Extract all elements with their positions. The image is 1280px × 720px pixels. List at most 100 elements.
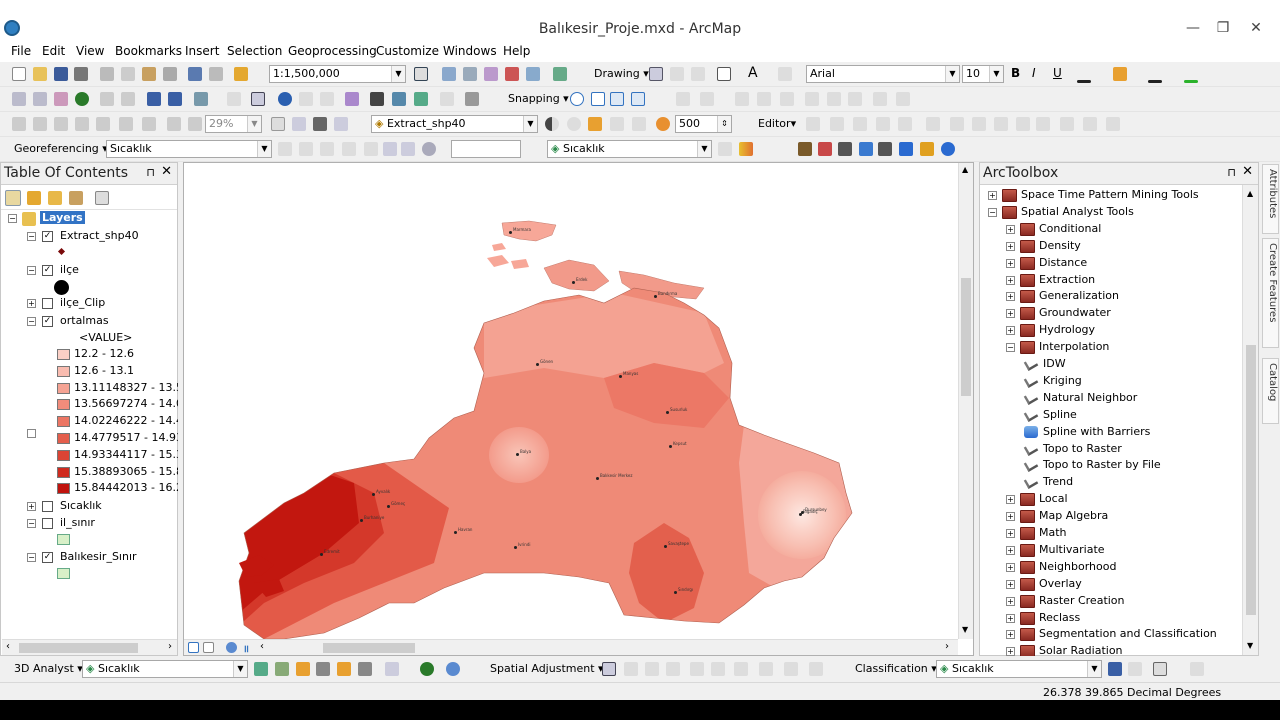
layer-combo[interactable]: ◈ Extract_shp40 ▼ [371, 115, 538, 133]
layer-ortalmas[interactable]: ortalmas [60, 314, 109, 327]
point-icon[interactable] [926, 117, 940, 131]
collapse-ortalmas[interactable]: − [27, 317, 36, 326]
rotate-georef-icon[interactable] [278, 142, 292, 156]
rotate-feature-icon[interactable] [1036, 117, 1050, 131]
toc-window-icon[interactable] [442, 67, 456, 81]
align-icon[interactable] [676, 92, 690, 106]
hillshade-icon[interactable] [859, 142, 873, 156]
point-snap-icon[interactable] [570, 92, 584, 106]
scroll-up-icon[interactable]: ▲ [1247, 189, 1253, 198]
rotate-left-icon[interactable] [735, 92, 749, 106]
select-features-icon[interactable] [194, 92, 208, 106]
tree-expander[interactable]: + [1006, 596, 1015, 606]
scroll-right-icon[interactable]: › [945, 641, 949, 652]
menu-file[interactable]: File [11, 44, 31, 58]
legend-swatch[interactable] [57, 349, 70, 360]
focus-data-frame-icon[interactable] [292, 117, 306, 131]
layer-ilce[interactable]: ilçe [60, 263, 79, 276]
sicaklik-checkbox[interactable] [42, 501, 53, 512]
add-control-points-icon[interactable] [342, 142, 356, 156]
transparency-icon[interactable] [588, 117, 602, 131]
tree-expander[interactable]: + [1006, 579, 1015, 589]
interpolate-line-icon[interactable] [337, 662, 351, 676]
pin-icon[interactable]: ⊓ [146, 166, 155, 179]
reshape-icon[interactable] [972, 117, 986, 131]
scroll-down-icon[interactable]: ▼ [1247, 641, 1253, 650]
scroll-up-icon[interactable]: ▲ [962, 165, 968, 174]
rotate-ccw-icon[interactable] [422, 142, 436, 156]
legend-swatch[interactable] [57, 382, 70, 394]
toolset-item[interactable]: Generalization [1039, 289, 1119, 302]
toolset-item[interactable]: Map Algebra [1039, 509, 1108, 522]
copy-icon[interactable] [121, 67, 135, 81]
scroll-left-icon[interactable]: ‹ [6, 641, 10, 652]
refresh-icon[interactable] [226, 642, 237, 653]
layers-root[interactable]: Layers [40, 211, 85, 224]
toolbox-scrollbar[interactable]: ▲ ▼ [1242, 185, 1258, 655]
steepest-path-icon[interactable] [275, 662, 289, 676]
snapping-menu[interactable]: Snapping ▾ [508, 92, 569, 105]
arcscene-icon[interactable] [446, 662, 460, 676]
select-elements-tool-icon[interactable] [251, 92, 265, 106]
ortalmas-checkbox[interactable]: ✓ [42, 316, 53, 327]
attributes-icon[interactable] [1060, 117, 1074, 131]
toolset-item[interactable]: Multivariate [1039, 543, 1105, 556]
extract-icon[interactable] [818, 142, 832, 156]
bold-button[interactable]: B [1011, 66, 1020, 80]
toolset-item[interactable]: Interpolation [1039, 340, 1109, 353]
auto-registration-icon[interactable] [364, 142, 378, 156]
interpolate-polygon-icon[interactable] [358, 662, 372, 676]
shift-icon[interactable] [299, 142, 313, 156]
delete-icon[interactable] [163, 67, 177, 81]
font-color-icon[interactable] [1077, 80, 1091, 83]
tree-expander[interactable]: − [988, 207, 997, 217]
layer-extract-shp40[interactable]: Extract_shp40 [60, 229, 139, 242]
flow-icon[interactable] [899, 142, 913, 156]
redo-icon[interactable] [209, 67, 223, 81]
collapse-ilce[interactable]: − [27, 266, 36, 275]
toolbox-scroll-thumb[interactable] [1246, 345, 1256, 615]
new-doc-icon[interactable] [12, 67, 26, 81]
tree-expander[interactable]: + [1006, 630, 1015, 640]
legend-swatch[interactable] [57, 416, 70, 428]
map-scale-combo[interactable]: 1:1,500,000 ▼ [269, 65, 406, 83]
open-folder-icon[interactable] [33, 67, 47, 81]
edit-vertices-icon[interactable] [778, 67, 792, 81]
spatial-adjustment-menu[interactable]: Spatial Adjustment ▾ [490, 662, 604, 675]
vertex-snap-icon[interactable] [610, 92, 624, 106]
rectangle-icon[interactable] [717, 67, 731, 81]
arctoolbox-icon[interactable] [505, 67, 519, 81]
group-icon[interactable] [827, 92, 841, 106]
tree-expander[interactable]: − [1006, 343, 1015, 353]
layout-forward-icon[interactable] [188, 117, 202, 131]
link-table-icon[interactable] [401, 142, 415, 156]
extract-checkbox[interactable]: ✓ [42, 231, 53, 242]
tab-attributes[interactable]: Attributes [1262, 164, 1279, 234]
toolset-item[interactable]: Overlay [1039, 577, 1082, 590]
rotate-icon[interactable] [670, 67, 684, 81]
3d-layer-combo[interactable]: ◈ Sıcaklık ▼ [82, 660, 248, 678]
edge-match-icon[interactable] [711, 662, 725, 676]
tree-expander[interactable]: + [1006, 326, 1015, 336]
html-popup-icon[interactable] [320, 92, 334, 106]
close-button[interactable]: ✕ [1238, 18, 1274, 40]
layout-fixed-out-icon[interactable] [119, 117, 133, 131]
legend-swatch[interactable] [57, 433, 70, 444]
menu-geoprocessing[interactable]: Geoprocessing [288, 44, 377, 58]
options-icon[interactable] [95, 191, 109, 205]
tree-expander[interactable]: + [1006, 647, 1015, 657]
tool-item[interactable]: Spline with Barriers [1043, 425, 1150, 438]
filter-icon[interactable] [838, 142, 852, 156]
tree-expander[interactable]: + [1006, 495, 1015, 505]
pin-icon[interactable]: ⊓ [1227, 166, 1236, 179]
create-signature-icon[interactable] [1153, 662, 1167, 676]
flip-icon[interactable] [780, 92, 794, 106]
editor-toolbar-icon[interactable] [414, 67, 428, 81]
measure-icon[interactable] [345, 92, 359, 106]
tab-catalog[interactable]: Catalog [1262, 358, 1279, 424]
tool-item[interactable]: Kriging [1043, 374, 1082, 387]
toolset-item[interactable]: Density [1039, 239, 1081, 252]
order-back-icon[interactable] [896, 92, 910, 106]
layout-whole-page-icon[interactable] [142, 117, 156, 131]
menu-bookmarks[interactable]: Bookmarks [115, 44, 182, 58]
